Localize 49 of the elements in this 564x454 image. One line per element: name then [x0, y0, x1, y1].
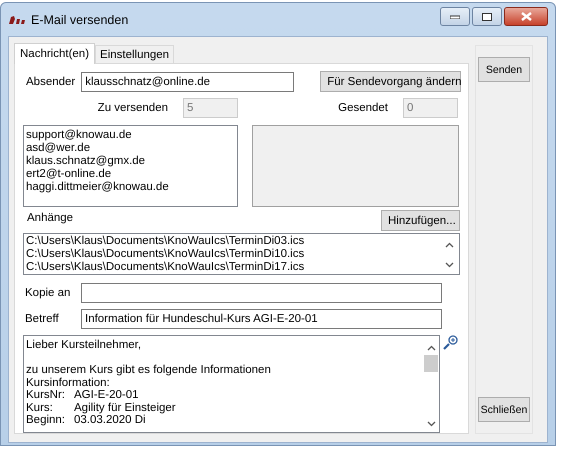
- close-icon: [520, 12, 532, 21]
- message-body-field[interactable]: Lieber Kursteilnehmer, zu unserem Kurs gibt es folgende Informationen Kursinformation: KursNr: AGI-E-20-01 Kurs: Agility für Einsteiger Beginn: 03.03.2020 Di: [23, 335, 440, 433]
- subject-field[interactable]: Information für Hundeschul-Kurs AGI-E-20-01: [81, 309, 442, 329]
- zoom-in-icon[interactable]: [443, 335, 458, 350]
- message-line: KursNr:: [26, 389, 66, 402]
- message-line: Lieber Kursteilnehmer,: [26, 339, 142, 352]
- recipient-item[interactable]: ert2@t-online.de: [26, 168, 235, 181]
- app-logo-icon: [8, 14, 26, 24]
- tab[interactable]: Nachricht(en): [14, 43, 96, 64]
- window-title: E-Mail versenden: [31, 12, 128, 26]
- recipient-item[interactable]: support@knowau.de: [26, 129, 235, 142]
- attachment-item[interactable]: C:\Users\Klaus\Documents\KnoWauIcs\TerminDi17.ics: [26, 261, 441, 274]
- send-button[interactable]: Senden: [478, 57, 530, 82]
- message-line: Kursinformation:: [26, 376, 111, 389]
- message-line: 03.03.2020 Di: [74, 414, 146, 426]
- recipient-item[interactable]: klaus.schnatz@gmx.de: [26, 155, 235, 168]
- scroll-down-icon[interactable]: [426, 421, 436, 427]
- scroll-up-icon[interactable]: [444, 242, 454, 248]
- minimize-button[interactable]: [440, 7, 470, 26]
- section-label: Anhänge: [27, 212, 74, 224]
- message-line: AGI-E-20-01: [74, 389, 139, 402]
- recipient-item[interactable]: haggi.dittmeier@knowau.de: [26, 181, 235, 194]
- field-label: Kopie an: [24, 287, 72, 299]
- close-button[interactable]: [504, 7, 548, 26]
- sent-field[interactable]: 0: [403, 98, 458, 118]
- scroll-up-icon[interactable]: [426, 345, 436, 351]
- scroll-down-icon[interactable]: [444, 262, 454, 268]
- scrollbar-thumb[interactable]: [424, 355, 438, 372]
- maximize-button[interactable]: [472, 7, 502, 26]
- message-line: Kurs:: [26, 402, 54, 414]
- close-dialog-button[interactable]: Schließen: [478, 397, 530, 422]
- message-line: Beginn:: [26, 414, 66, 426]
- tab[interactable]: Einstellungen: [95, 45, 174, 63]
- attachment-item[interactable]: C:\Users\Klaus\Documents\KnoWauIcs\TerminDi10.ics: [26, 248, 441, 261]
- cc-field[interactable]: [81, 283, 442, 303]
- change-sender-button[interactable]: Für Sendevorgang ändern: [320, 71, 462, 92]
- recipient-item[interactable]: asd@wer.de: [26, 142, 235, 155]
- to-send-field[interactable]: 5: [183, 98, 238, 118]
- sender-field[interactable]: klausschnatz@online.de: [81, 72, 294, 92]
- maximize-icon: [482, 12, 492, 20]
- minimize-icon: [450, 14, 460, 18]
- field-label: Absender: [26, 76, 76, 88]
- field-label: Zu versenden: [96, 102, 168, 114]
- message-line: zu unserem Kurs gibt es folgende Informationen: [26, 364, 272, 376]
- field-label: Gesendet: [337, 102, 388, 114]
- message-line: Agility für Einsteiger: [74, 402, 176, 414]
- add-attachment-button[interactable]: Hinzufügen...: [381, 210, 460, 231]
- attachment-item[interactable]: C:\Users\Klaus\Documents\KnoWauIcs\TerminDi03.ics: [26, 235, 441, 248]
- field-label: Betreff: [24, 313, 60, 325]
